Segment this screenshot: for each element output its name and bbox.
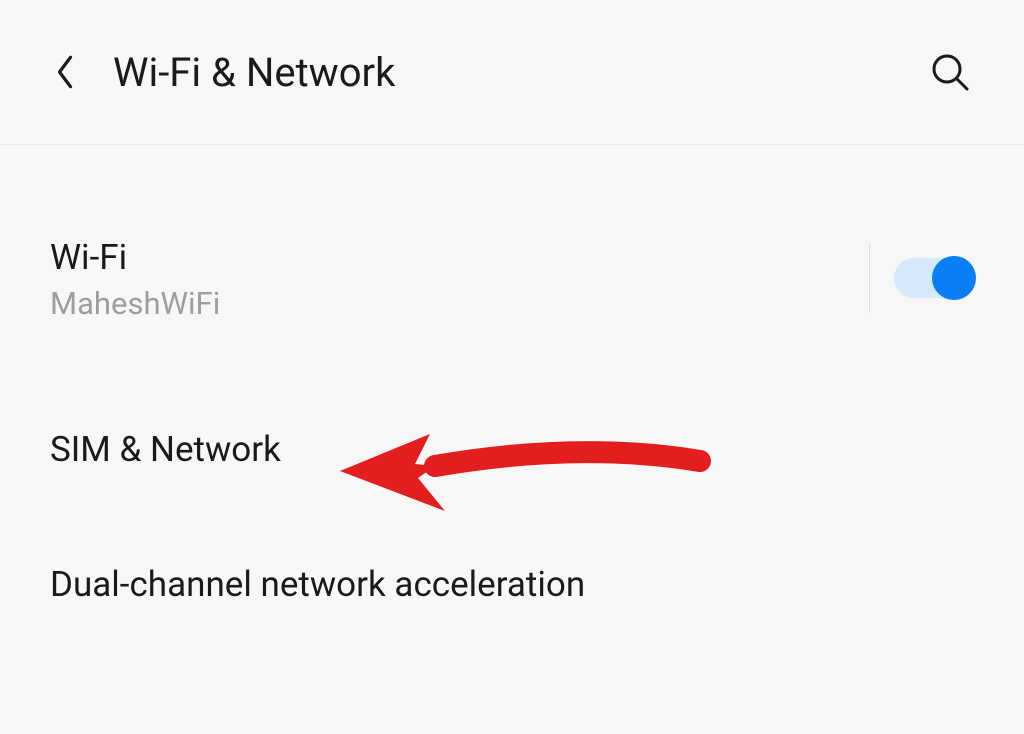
setting-dual-channel[interactable]: Dual-channel network acceleration [50, 542, 974, 628]
toggle-container [869, 243, 974, 313]
wifi-toggle[interactable] [894, 258, 974, 298]
header: Wi-Fi & Network [0, 0, 1024, 145]
settings-list: Wi-Fi MaheshWiFi SIM & Network Dual-chan… [0, 145, 1024, 628]
back-button[interactable] [45, 52, 85, 92]
setting-dual-title: Dual-channel network acceleration [50, 562, 974, 608]
setting-wifi[interactable]: Wi-Fi MaheshWiFi [50, 215, 974, 342]
page-title: Wi-Fi & Network [113, 49, 926, 96]
toggle-knob [932, 256, 976, 300]
setting-wifi-subtitle: MaheshWiFi [50, 285, 869, 322]
setting-wifi-text: Wi-Fi MaheshWiFi [50, 235, 869, 322]
search-icon [930, 52, 970, 92]
setting-sim-network[interactable]: SIM & Network [50, 407, 974, 493]
setting-sim-title: SIM & Network [50, 427, 974, 473]
chevron-left-icon [54, 53, 76, 91]
setting-wifi-title: Wi-Fi [50, 235, 869, 281]
setting-dual-text: Dual-channel network acceleration [50, 562, 974, 608]
setting-sim-text: SIM & Network [50, 427, 974, 473]
search-button[interactable] [926, 48, 974, 96]
